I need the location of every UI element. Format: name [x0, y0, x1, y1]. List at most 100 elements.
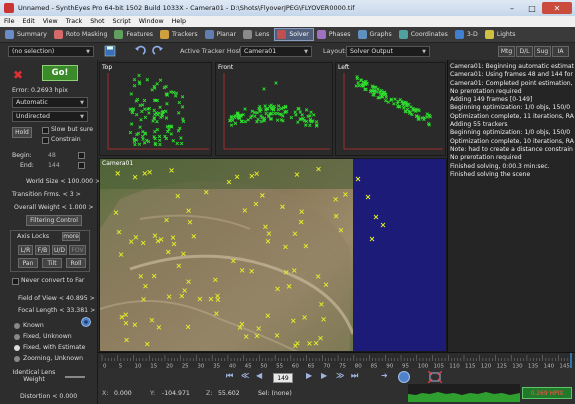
pan-lock-button[interactable]: Pan: [18, 258, 38, 268]
direction-dropdown[interactable]: Undirected ▼: [12, 111, 88, 122]
slow-but-sure-checkbox[interactable]: [42, 127, 49, 134]
forward-arrow-icon[interactable]: ➜: [381, 371, 388, 380]
menu-file[interactable]: File: [4, 18, 15, 25]
menu-window[interactable]: Window: [139, 18, 164, 25]
go-to-start-icon[interactable]: ⏮: [226, 371, 233, 381]
tab-3-d[interactable]: 3-D: [453, 28, 482, 41]
fov-lock-button[interactable]: FOV: [69, 245, 86, 255]
redo-icon[interactable]: [152, 45, 164, 57]
log-line: Finished solving, 0:00.3 min:sec.: [450, 162, 550, 170]
tab-trackers[interactable]: Trackers: [158, 28, 202, 41]
menu-shot[interactable]: Shot: [90, 18, 104, 25]
viewport-camera-label: Camera01: [102, 160, 134, 167]
tab-coordinates[interactable]: Coordinates: [397, 28, 452, 41]
tracker-point: [150, 88, 154, 92]
room-icon: [160, 30, 170, 39]
selection-dropdown[interactable]: (no selection) ▼: [8, 46, 94, 57]
maximize-button[interactable]: □: [522, 2, 542, 14]
save-icon[interactable]: [104, 45, 116, 57]
menu-edit[interactable]: Edit: [23, 18, 35, 25]
tracker-point: [243, 119, 248, 124]
hold-button[interactable]: Hold: [12, 127, 32, 138]
tracker-point: [128, 130, 133, 135]
field-of-view-spinner[interactable]: Field of View < 40.895 >: [18, 295, 95, 302]
menu-help[interactable]: Help: [172, 18, 186, 25]
tracker-point: [300, 113, 304, 117]
record-icon[interactable]: [398, 371, 410, 383]
overall-weight-spinner[interactable]: Overall Weight < 1.000 >: [14, 204, 94, 211]
constrain-checkbox[interactable]: [42, 137, 49, 144]
timeline-ruler[interactable]: 0 5 10 15 20 25 30 35 40 45 50 55 60 65 70 75 80 85 90 95 10…: [98, 353, 575, 370]
layout-dropdown[interactable]: Solver Output ▼: [346, 46, 430, 57]
tracker-point: [179, 136, 183, 140]
x-value: 0.000: [114, 390, 132, 397]
tracker-point: [181, 117, 185, 121]
roll-lock-button[interactable]: Roll: [66, 258, 86, 268]
never-convert-label: Never convert to Far: [21, 277, 85, 284]
lens-icon[interactable]: [80, 316, 92, 328]
ud-lock-button[interactable]: U/D: [52, 245, 67, 255]
tracker-host-dropdown[interactable]: Camera01 ▼: [240, 46, 312, 57]
viewport-front[interactable]: Front: [215, 62, 333, 156]
tracker-point: [174, 91, 179, 95]
viewport-left[interactable]: Left: [335, 62, 446, 156]
tab-lights[interactable]: Lights: [483, 28, 520, 41]
filtering-control-button[interactable]: Filtering Control: [26, 215, 82, 226]
tracker-point: [140, 109, 144, 114]
app-icon: [4, 3, 14, 13]
tab-features[interactable]: Features: [112, 28, 157, 41]
fit-view-icon[interactable]: [428, 371, 442, 383]
tab-phases[interactable]: Phases: [315, 28, 355, 41]
mtg-button[interactable]: Mtg: [498, 46, 515, 57]
tab-solver[interactable]: Solver: [274, 28, 314, 41]
tab-graphs[interactable]: Graphs: [356, 28, 396, 41]
step-forward-icon[interactable]: ▶: [306, 371, 312, 380]
lr-lock-button[interactable]: L/R: [18, 245, 33, 255]
tab-lens[interactable]: Lens: [241, 28, 273, 41]
dl-button[interactable]: D/L: [516, 46, 533, 57]
go-button[interactable]: Go!: [42, 65, 78, 81]
timeline[interactable]: 0 5 10 15 20 25 30 35 40 45 50 55 60 65 70 75 80 85 90 95 10…: [98, 352, 575, 370]
step-back-icon[interactable]: ◀: [256, 371, 262, 380]
lens-fixed-unknown-radio[interactable]: [14, 334, 20, 340]
viewport-top[interactable]: Top: [99, 62, 212, 156]
undo-icon[interactable]: [134, 45, 146, 57]
distortion-spinner[interactable]: Distortion < 0.000: [20, 393, 77, 400]
end-value[interactable]: 144: [48, 162, 60, 169]
menu-track[interactable]: Track: [66, 18, 82, 25]
solver-mode-dropdown[interactable]: Automatic ▼: [12, 97, 88, 108]
previous-key-icon[interactable]: ≪: [241, 371, 249, 380]
frame-number-input[interactable]: 149: [273, 373, 293, 383]
fb-lock-button[interactable]: F/B: [35, 245, 50, 255]
never-convert-checkbox[interactable]: [12, 278, 19, 285]
lens-fixed-estimate-radio[interactable]: [14, 345, 20, 351]
begin-value[interactable]: 48: [48, 152, 56, 159]
menu-view[interactable]: View: [43, 18, 58, 25]
delete-icon[interactable]: ✖: [13, 68, 23, 82]
room-icon: [316, 30, 326, 39]
lens-known-radio[interactable]: [14, 323, 20, 329]
transition-frames-spinner[interactable]: Transition Frms. < 3 >: [12, 191, 81, 198]
menu-script[interactable]: Script: [113, 18, 131, 25]
play-icon[interactable]: ▶: [321, 371, 327, 380]
sug-button[interactable]: Sug: [534, 46, 551, 57]
next-key-icon[interactable]: ≫: [336, 371, 344, 380]
tab-summary[interactable]: Summary: [3, 28, 51, 41]
world-size-spinner[interactable]: World Size < 100.000 >: [26, 178, 100, 185]
close-button[interactable]: ✕: [542, 2, 572, 14]
end-checkbox[interactable]: [78, 162, 85, 169]
tab-planar[interactable]: Planar: [203, 28, 241, 41]
tab-roto-masking[interactable]: Roto Masking: [52, 28, 112, 41]
focal-length-spinner[interactable]: Focal Length < 33.381 >: [18, 307, 95, 314]
go-to-end-icon[interactable]: ⏭: [351, 371, 358, 381]
ia-button[interactable]: IA: [552, 46, 569, 57]
viewport-camera[interactable]: Camera01: [99, 158, 447, 352]
tracker-point: [158, 78, 163, 82]
more-button[interactable]: more: [62, 232, 80, 241]
lens-zooming-radio[interactable]: [14, 356, 20, 362]
begin-checkbox[interactable]: [78, 152, 85, 159]
tilt-lock-button[interactable]: Tilt: [42, 258, 62, 268]
identical-lens-weight-slider[interactable]: [65, 376, 85, 378]
minimize-button[interactable]: –: [502, 2, 522, 14]
toolbar: (no selection) ▼ Active Tracker Host: Cam…: [0, 43, 575, 60]
